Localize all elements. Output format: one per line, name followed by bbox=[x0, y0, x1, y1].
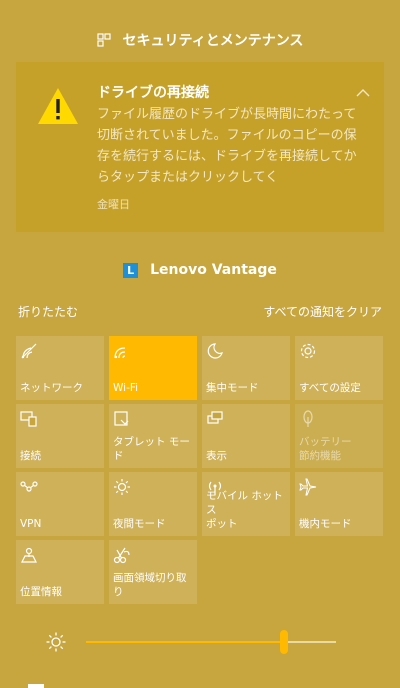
lenovo-vantage-header: L Lenovo Vantage bbox=[0, 262, 400, 278]
quick-action-battery-saver[interactable]: バッテリー 節約機能 bbox=[295, 404, 383, 468]
quick-action-night-light[interactable]: 夜間モード bbox=[109, 472, 197, 536]
quick-action-label: 夜間モード bbox=[113, 518, 166, 530]
quick-action-label: モバイル ホットス ポット bbox=[206, 490, 283, 530]
lenovo-vantage-icon: L bbox=[123, 262, 139, 278]
quick-action-label: すべての設定 bbox=[299, 382, 361, 394]
quick-action-network[interactable]: ネットワーク bbox=[16, 336, 104, 400]
notification-title: ドライブの再接続 bbox=[97, 85, 209, 101]
quick-action-display[interactable]: 表示 bbox=[202, 404, 290, 468]
clear-all-notifications-button[interactable]: すべての通知をクリア bbox=[263, 303, 382, 320]
quick-action-label: 位置情報 bbox=[20, 586, 62, 598]
quick-action-label: Wi-Fi bbox=[113, 382, 139, 394]
quick-action-label: 機内モード bbox=[299, 518, 352, 530]
notification-time: 金曜日 bbox=[97, 198, 130, 211]
quick-action-moon[interactable]: 集中モード bbox=[202, 336, 290, 400]
quick-action-hotspot[interactable]: モバイル ホットス ポット bbox=[202, 472, 290, 536]
quick-action-snip[interactable]: 画面領域切り取 り bbox=[109, 540, 197, 604]
security-header-label: セキュリティとメンテナンス bbox=[122, 33, 304, 49]
quick-action-label: 表示 bbox=[206, 450, 227, 462]
airplane-icon bbox=[299, 478, 317, 496]
moon-icon bbox=[207, 343, 223, 359]
chevron-up-icon[interactable] bbox=[356, 88, 370, 98]
network-icon bbox=[21, 343, 37, 359]
notification-body: ファイル履歴のドライブが長時間にわたって切断されていました。ファイルのコピーの保… bbox=[97, 107, 357, 185]
night-light-icon bbox=[114, 479, 130, 495]
security-maintenance-icon bbox=[96, 33, 111, 47]
warning-icon bbox=[38, 88, 78, 124]
quick-action-location[interactable]: 位置情報 bbox=[16, 540, 104, 604]
security-maintenance-header: セキュリティとメンテナンス bbox=[0, 30, 400, 50]
quick-action-connect[interactable]: 接続 bbox=[16, 404, 104, 468]
tablet-icon bbox=[114, 411, 129, 426]
battery-saver-icon bbox=[303, 410, 313, 427]
location-icon bbox=[21, 547, 37, 563]
quick-action-wifi[interactable]: Wi-Fi bbox=[109, 336, 197, 400]
display-icon bbox=[207, 411, 223, 424]
collapse-button[interactable]: 折りたたむ bbox=[18, 303, 78, 320]
bottom-edge-marker bbox=[28, 684, 44, 688]
brightness-icon bbox=[46, 632, 66, 652]
quick-action-tablet[interactable]: タブレット モード bbox=[109, 404, 197, 468]
quick-action-label: 画面領域切り取 り bbox=[113, 572, 187, 598]
quick-action-label: VPN bbox=[20, 518, 42, 530]
connect-icon bbox=[20, 411, 37, 427]
quick-action-gear[interactable]: すべての設定 bbox=[295, 336, 383, 400]
quick-action-vpn[interactable]: VPN bbox=[16, 472, 104, 536]
vpn-icon bbox=[20, 481, 38, 492]
drive-reconnect-notification[interactable]: ドライブの再接続 ファイル履歴のドライブが長時間にわたって切断されていました。フ… bbox=[16, 62, 384, 232]
brightness-thumb[interactable] bbox=[279, 630, 288, 654]
wifi-icon bbox=[114, 347, 126, 359]
lenovo-header-label: Lenovo Vantage bbox=[150, 262, 277, 278]
brightness-track[interactable] bbox=[86, 630, 336, 654]
snip-icon bbox=[113, 547, 130, 564]
quick-action-label: ネットワーク bbox=[20, 382, 83, 394]
brightness-slider-row bbox=[38, 620, 384, 664]
quick-action-label: 集中モード bbox=[206, 382, 259, 394]
quick-action-label: タブレット モード bbox=[113, 436, 190, 462]
quick-action-label: バッテリー 節約機能 bbox=[299, 436, 352, 462]
quick-action-label: 接続 bbox=[20, 450, 41, 462]
brightness-fill bbox=[86, 641, 284, 643]
gear-icon bbox=[300, 343, 316, 359]
quick-action-airplane[interactable]: 機内モード bbox=[295, 472, 383, 536]
